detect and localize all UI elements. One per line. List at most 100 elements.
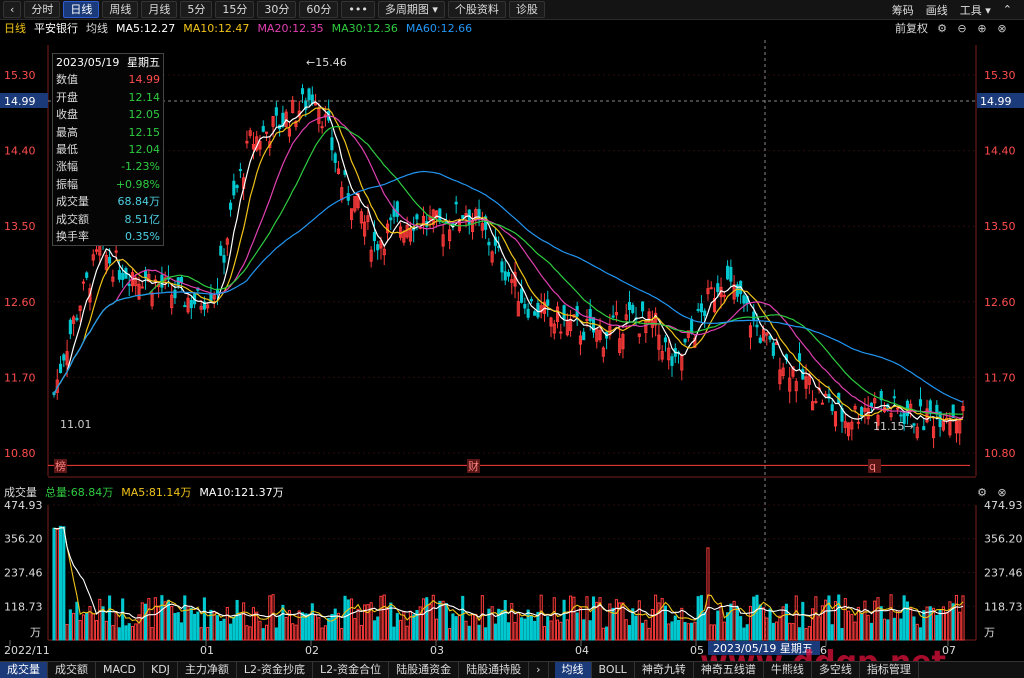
toolbar-tab-3[interactable]: 月线 — [141, 1, 178, 18]
volume-tick-left: 237.46 — [4, 567, 43, 580]
volume-bar — [464, 620, 468, 641]
toolbar-tab-5[interactable]: 15分 — [215, 1, 255, 18]
overlay-tab-5[interactable]: 多空线 — [812, 662, 860, 678]
volume-bar — [869, 622, 874, 641]
volume-bar — [392, 626, 396, 641]
toolbar-tab-2[interactable]: 周线 — [102, 1, 139, 18]
volume-bar — [627, 625, 632, 641]
overlay-tab-2[interactable]: 神奇九转 — [635, 662, 694, 678]
volume-bar — [157, 605, 161, 641]
volume-bar — [565, 619, 569, 641]
indicator-tab-3[interactable]: KDJ — [144, 662, 178, 678]
candle-body — [670, 356, 674, 366]
candle-body — [179, 276, 184, 283]
y-tick-label-right: 13.50 — [984, 220, 1016, 233]
indicator-tab-7[interactable]: 陆股通资金 — [389, 662, 460, 678]
overlay-tab-0[interactable]: 均线 — [554, 662, 592, 678]
volume-bar — [130, 625, 135, 641]
candle-body — [108, 256, 112, 264]
info-label: 换手率 — [56, 229, 89, 243]
volume-bar — [755, 594, 759, 641]
volume-bar — [614, 599, 618, 641]
volume-bar — [379, 595, 383, 641]
volume-close-icon[interactable]: ⊗ — [996, 486, 1008, 499]
volume-unit-left: 万 — [30, 626, 41, 639]
volume-bar — [500, 609, 504, 641]
volume-bar — [104, 620, 108, 641]
candle-body — [173, 289, 177, 299]
volume-bar — [248, 626, 252, 641]
volume-settings-icon[interactable]: ⚙ — [976, 486, 988, 499]
zoom-in-icon[interactable]: ⊕ — [976, 22, 988, 35]
tab-scroll-icon[interactable]: › — [529, 662, 549, 678]
toolbar-tab-9[interactable]: 多周期图 ▾ — [377, 1, 445, 18]
toolbar-tab-11[interactable]: 诊股 — [508, 1, 545, 18]
indicator-tab-6[interactable]: L2-资金合位 — [313, 662, 390, 678]
toolbar-tab-0[interactable]: 分时 — [24, 1, 61, 18]
indicator-tab-2[interactable]: MACD — [96, 662, 144, 678]
volume-bar — [349, 598, 354, 641]
volume-bar — [654, 594, 658, 641]
candle-body — [238, 169, 242, 172]
candle-body — [896, 407, 900, 410]
volume-bar — [699, 595, 703, 641]
candle-body — [562, 305, 566, 320]
volume-bar — [229, 623, 233, 641]
candle-body — [533, 311, 537, 316]
info-value: 12.14 — [128, 90, 161, 104]
candle-body — [487, 241, 491, 246]
candle-body — [922, 426, 926, 431]
indicator-tab-4[interactable]: 主力净额 — [178, 662, 237, 678]
candle-body — [232, 180, 236, 196]
volume-bar — [333, 608, 337, 641]
toolbar-tab-10[interactable]: 个股资料 — [447, 1, 506, 18]
overlay-tab-6[interactable]: 指标管理 — [860, 662, 919, 678]
stock-name[interactable]: 平安银行 — [34, 20, 78, 36]
overlay-tab-3[interactable]: 神奇五线谱 — [694, 662, 764, 678]
volume-bar — [480, 595, 484, 641]
candle-body — [117, 270, 121, 280]
volume-bar — [176, 612, 180, 641]
volume-bar — [837, 594, 841, 641]
x-axis-label: 01 — [200, 644, 214, 657]
y-tick-label-right: 11.70 — [984, 371, 1016, 384]
volume-bar — [127, 623, 131, 641]
volume-bar — [526, 609, 530, 641]
toolbar-right-2[interactable]: 工具 ▾ — [960, 2, 991, 18]
volume-bar — [81, 614, 85, 641]
candle-body — [627, 301, 632, 311]
indicator-tab-5[interactable]: L2-资金抄底 — [237, 662, 314, 678]
volume-bar — [683, 621, 687, 641]
volume-bar — [902, 595, 906, 641]
candle-body — [830, 404, 834, 412]
volume-bar — [150, 627, 154, 641]
toolbar-tab-4[interactable]: 5分 — [180, 1, 213, 18]
settings-icon[interactable]: ⚙ — [936, 22, 948, 35]
indicator-tab-0[interactable]: 成交量 — [0, 662, 48, 678]
toolbar-right-0[interactable]: 筹码 — [892, 2, 914, 18]
collapse-icon[interactable]: ⌃ — [1003, 3, 1012, 16]
back-button[interactable]: ‹ — [3, 1, 22, 18]
toolbar-tab-7[interactable]: 60分 — [299, 1, 339, 18]
volume-bar — [484, 627, 488, 641]
toolbar-tab-8[interactable]: ••• — [341, 1, 375, 18]
ma-label[interactable]: 均线 — [86, 20, 108, 36]
close-icon[interactable]: ⊗ — [996, 22, 1008, 35]
adjust-label[interactable]: 前复权 — [895, 20, 928, 36]
volume-bar — [650, 609, 654, 641]
overlay-tab-4[interactable]: 牛熊线 — [764, 662, 812, 678]
volume-bar — [477, 624, 481, 641]
volume-bar — [876, 597, 880, 641]
info-label: 数值 — [56, 73, 78, 87]
candle-body — [703, 310, 707, 316]
zoom-out-icon[interactable]: ⊖ — [956, 22, 968, 35]
toolbar-tab-1[interactable]: 日线 — [63, 1, 100, 18]
indicator-tab-8[interactable]: 陆股通持股 — [459, 662, 530, 678]
toolbar-right-1[interactable]: 画线 — [926, 2, 948, 18]
volume-bar — [193, 613, 197, 641]
volume-ma10: MA10:121.37万 — [199, 486, 284, 499]
toolbar-tab-6[interactable]: 30分 — [257, 1, 297, 18]
indicator-tab-1[interactable]: 成交额 — [48, 662, 96, 678]
overlay-tab-1[interactable]: BOLL — [592, 662, 635, 678]
volume-bar — [667, 623, 671, 641]
